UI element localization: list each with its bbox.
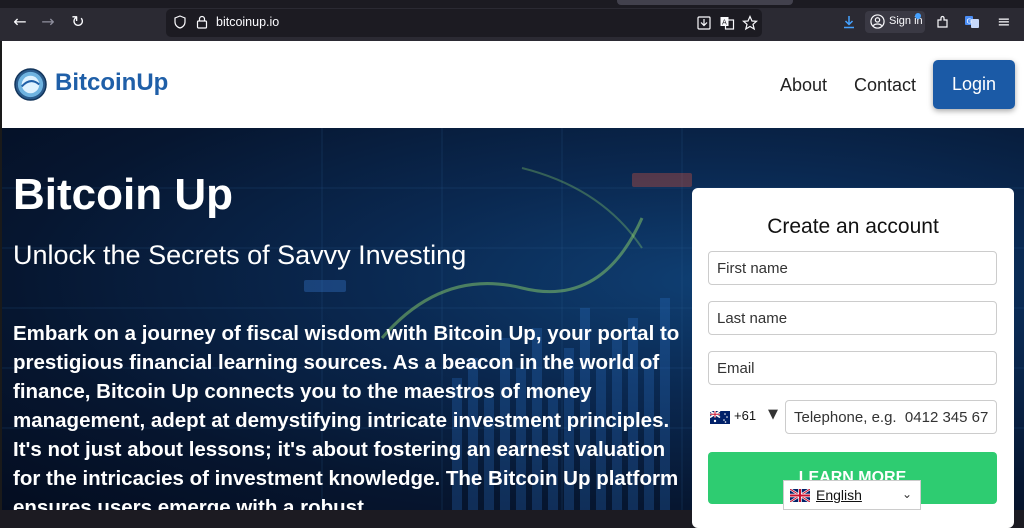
email-field[interactable]: [708, 351, 997, 385]
first-name-field[interactable]: [708, 251, 997, 285]
tab-strip: [0, 0, 1024, 8]
hero-description: Embark on a journey of fiscal wisdom wit…: [13, 322, 680, 510]
reload-icon[interactable]: ↻: [68, 12, 88, 32]
last-name-field[interactable]: [708, 301, 997, 335]
address-bar[interactable]: bitcoinup.io A: [166, 9, 762, 37]
hero-title: Bitcoin Up: [13, 170, 233, 219]
translate-toolbar-icon[interactable]: G: [964, 14, 980, 30]
site-header: BitcoinUp About Contact Login: [0, 41, 1024, 128]
first-name-input[interactable]: [709, 252, 996, 284]
back-icon[interactable]: ←: [10, 12, 30, 32]
form-title: Create an account: [767, 215, 939, 238]
translate-icon[interactable]: A: [719, 15, 735, 31]
downloads-icon[interactable]: [841, 14, 857, 30]
lock-icon[interactable]: [196, 15, 208, 29]
australia-flag-icon: [710, 411, 730, 424]
hero-subtitle: Unlock the Secrets of Savvy Investing: [13, 240, 467, 270]
svg-text:G: G: [967, 18, 972, 26]
chevron-down-icon: ⌄: [902, 487, 913, 501]
uk-flag-icon: [790, 489, 810, 502]
svg-text:A: A: [722, 19, 727, 27]
url-text[interactable]: bitcoinup.io: [216, 15, 279, 29]
forward-icon[interactable]: →: [38, 12, 58, 32]
login-button[interactable]: Login: [933, 60, 1015, 109]
logo-icon[interactable]: [14, 68, 47, 101]
signup-form: Create an account +61 ▼ LEARN MORE: [692, 188, 1014, 528]
account-icon: [870, 14, 885, 29]
browser-toolbar: ← → ↻ bitcoinup.io A Sign in G ≡: [0, 0, 1024, 41]
language-label: English: [816, 487, 862, 503]
sign-in-button[interactable]: Sign in: [865, 11, 925, 33]
country-code-select[interactable]: +61 ▼: [708, 400, 784, 434]
shield-icon[interactable]: [174, 15, 186, 29]
active-tab-indicator[interactable]: [617, 0, 793, 5]
country-code-label: +61: [734, 408, 757, 423]
notification-dot: [915, 13, 921, 19]
extensions-icon[interactable]: [935, 14, 951, 30]
download-page-icon[interactable]: [696, 15, 712, 31]
language-selector[interactable]: English ⌄: [783, 480, 921, 510]
telephone-input[interactable]: [786, 401, 996, 433]
caret-down-icon: ▼: [768, 407, 778, 422]
menu-icon[interactable]: ≡: [994, 12, 1014, 32]
email-input[interactable]: [709, 352, 996, 384]
nav-about[interactable]: About: [780, 75, 827, 96]
telephone-field[interactable]: [785, 400, 997, 434]
brand-name[interactable]: BitcoinUp: [55, 69, 168, 97]
nav-contact[interactable]: Contact: [854, 75, 916, 96]
last-name-input[interactable]: [709, 302, 996, 334]
bookmark-star-icon[interactable]: [742, 15, 758, 31]
